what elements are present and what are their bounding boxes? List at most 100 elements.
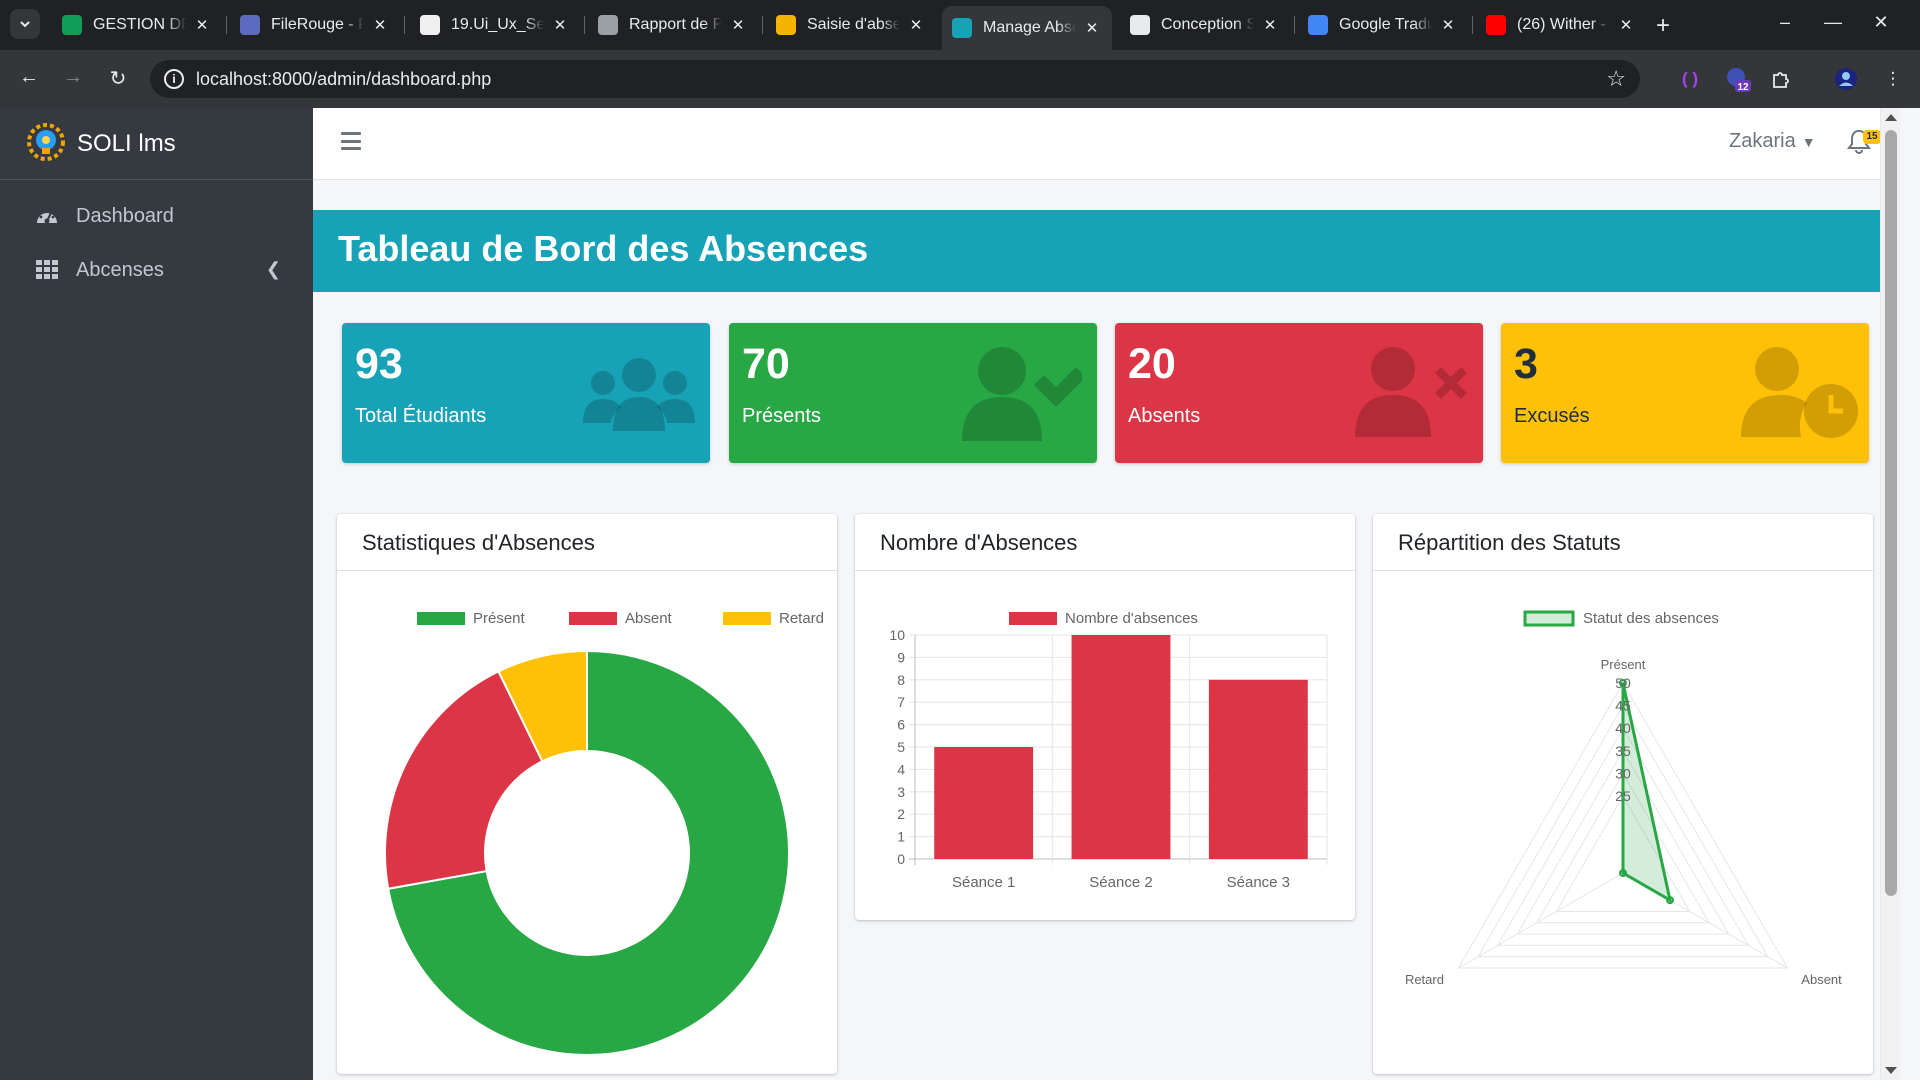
brand-link[interactable]: SOLI lms bbox=[0, 108, 313, 180]
site-info-icon[interactable]: i bbox=[164, 69, 184, 89]
tab-close-icon[interactable]: ✕ bbox=[1082, 19, 1102, 37]
y-tick-label: 9 bbox=[897, 649, 905, 665]
tab-close-icon[interactable]: ✕ bbox=[550, 16, 570, 34]
radar-tick-label: 50 bbox=[1615, 675, 1631, 691]
scroll-up-arrow-icon[interactable] bbox=[1885, 114, 1897, 121]
tab-close-icon[interactable]: ✕ bbox=[192, 16, 212, 34]
legend-label: Absent bbox=[625, 610, 673, 627]
radar-tick-label: 30 bbox=[1615, 765, 1631, 781]
new-tab-button[interactable]: + bbox=[1650, 12, 1676, 40]
doughnut-chart: Présent Absent Retard bbox=[384, 610, 824, 1056]
bar-chart: Nombre d'absences 0 1 2 3 4 5 6 7 8 9 10 Séance 1 Séa… bbox=[889, 610, 1328, 891]
globe-icon bbox=[598, 15, 618, 35]
radar-point[interactable] bbox=[1666, 896, 1675, 905]
reload-button[interactable]: ↻ bbox=[103, 66, 133, 91]
bar-2[interactable] bbox=[1071, 635, 1171, 859]
extensions-puzzle-icon[interactable] bbox=[1768, 66, 1794, 92]
browser-tab[interactable]: FileRouge - Projet ✕ bbox=[230, 8, 400, 42]
radar-spoke bbox=[1458, 872, 1624, 969]
youtube-icon bbox=[1486, 15, 1506, 35]
radar-axis-label: Absent bbox=[1801, 972, 1842, 987]
tab-title: Google Traduction bbox=[1339, 16, 1432, 33]
tab-search-button[interactable] bbox=[10, 9, 40, 39]
tab-close-icon[interactable]: ✕ bbox=[906, 16, 926, 34]
radar-point[interactable] bbox=[1619, 869, 1627, 877]
tab-close-icon[interactable]: ✕ bbox=[1438, 16, 1458, 34]
tab-title: Rapport de Projet bbox=[629, 16, 722, 33]
top-navbar: Zakaria ▼ 15 bbox=[313, 108, 1900, 180]
browser-tab[interactable]: Conception Site ✕ bbox=[1120, 8, 1290, 42]
legend-swatch[interactable] bbox=[1523, 610, 1575, 627]
y-tick-label: 10 bbox=[889, 627, 905, 643]
browser-tab-strip: GESTION DE L'ENTREPRISE✕FileRouge - Proj… bbox=[0, 0, 1920, 50]
extension-icon[interactable]: ( ) bbox=[1677, 66, 1703, 92]
browser-toolbar: ← → ↻ i localhost:8000/admin/dashboard.p… bbox=[0, 50, 1920, 108]
y-tick-label: 5 bbox=[897, 739, 905, 755]
scrollbar-thumb[interactable] bbox=[1885, 130, 1897, 896]
legend-label: Nombre d'absences bbox=[1065, 610, 1198, 627]
app-icon bbox=[240, 15, 260, 35]
url-text[interactable]: localhost:8000/admin/dashboard.php bbox=[196, 69, 491, 90]
address-bar[interactable]: i localhost:8000/admin/dashboard.php ☆ bbox=[150, 60, 1640, 98]
browser-tab[interactable]: (26) Wither - YouTube ✕ bbox=[1476, 8, 1646, 42]
radar-axis-label: Présent bbox=[1601, 657, 1646, 672]
browser-tab[interactable]: Rapport de Projet ✕ bbox=[588, 8, 758, 42]
x-tick-label: Séance 2 bbox=[1089, 874, 1152, 891]
browser-tab[interactable]: Saisie d'absences ✕ bbox=[766, 8, 936, 42]
bookmark-star-icon[interactable]: ☆ bbox=[1606, 66, 1626, 92]
minimize-window-button[interactable]: — bbox=[1818, 12, 1848, 33]
back-button[interactable]: ← bbox=[14, 66, 44, 89]
legend-swatch[interactable] bbox=[569, 612, 617, 625]
sheets-icon bbox=[62, 15, 82, 35]
legend-swatch[interactable] bbox=[417, 612, 465, 625]
browser-tab[interactable]: 19.Ui_Ux_Session ✕ bbox=[410, 8, 580, 42]
panel-header: Statistiques d'Absences bbox=[337, 514, 837, 571]
page-header-banner: Tableau de Bord des Absences bbox=[313, 210, 1900, 292]
y-tick-label: 1 bbox=[897, 829, 905, 845]
tab-separator bbox=[226, 16, 227, 34]
tab-close-icon[interactable]: ✕ bbox=[1616, 16, 1636, 34]
y-tick-label: 4 bbox=[897, 761, 905, 777]
radar-tick-label: 40 bbox=[1615, 720, 1631, 736]
forward-button[interactable]: → bbox=[58, 66, 88, 89]
legend-swatch[interactable] bbox=[723, 612, 771, 625]
user-dropdown[interactable]: Zakaria ▼ bbox=[1729, 130, 1816, 153]
tab-close-icon[interactable]: ✕ bbox=[728, 16, 748, 34]
profile-avatar[interactable] bbox=[1833, 66, 1859, 92]
extension-badge-icon[interactable]: 12 bbox=[1725, 66, 1751, 92]
sidebar-item-dashboard[interactable]: Dashboard bbox=[8, 193, 305, 239]
minimize-icon[interactable]: – bbox=[1770, 12, 1800, 33]
stat-card-total-students: 93 Total Étudiants bbox=[342, 323, 710, 463]
stat-value: 20 bbox=[1128, 340, 1176, 388]
panel-title: Statistiques d'Absences bbox=[362, 530, 595, 555]
translate-icon bbox=[1308, 15, 1328, 35]
bar-1[interactable] bbox=[934, 747, 1034, 859]
tab-close-icon[interactable]: ✕ bbox=[370, 16, 390, 34]
panel-absence-statistics: Statistiques d'Absences Présent Absent Ret… bbox=[337, 514, 837, 1074]
tab-title: Conception Site bbox=[1161, 16, 1254, 33]
page-scrollbar[interactable] bbox=[1880, 108, 1900, 1080]
tab-title: Saisie d'absences bbox=[807, 16, 900, 33]
stat-value: 93 bbox=[355, 340, 403, 388]
hamburger-menu-icon[interactable] bbox=[341, 132, 361, 150]
scroll-down-arrow-icon[interactable] bbox=[1885, 1067, 1897, 1074]
browser-tab[interactable]: Google Traduction ✕ bbox=[1298, 8, 1468, 42]
x-tick-label: Séance 3 bbox=[1227, 874, 1290, 891]
browser-tab[interactable]: Manage Absences ✕ bbox=[942, 6, 1112, 50]
close-window-button[interactable]: ✕ bbox=[1866, 12, 1896, 33]
tab-separator bbox=[584, 16, 585, 34]
user-name: Zakaria bbox=[1729, 130, 1796, 152]
bar-3[interactable] bbox=[1208, 679, 1308, 859]
radar-axis-label: Retard bbox=[1405, 972, 1444, 987]
y-tick-label: 7 bbox=[897, 694, 905, 710]
legend-swatch[interactable] bbox=[1009, 612, 1057, 625]
page-title: Tableau de Bord des Absences bbox=[338, 228, 869, 269]
browser-menu-button[interactable]: ⋮ bbox=[1880, 66, 1906, 92]
stat-label: Total Étudiants bbox=[355, 405, 487, 427]
browser-tab[interactable]: GESTION DE L'ENTREPRISE ✕ bbox=[52, 8, 222, 42]
chevron-down-icon bbox=[20, 21, 30, 28]
tab-close-icon[interactable]: ✕ bbox=[1260, 16, 1280, 34]
sidebar-item-abcenses[interactable]: Abcenses ❮ bbox=[8, 247, 305, 293]
users-icon bbox=[583, 358, 695, 431]
stat-value: 70 bbox=[742, 340, 790, 388]
